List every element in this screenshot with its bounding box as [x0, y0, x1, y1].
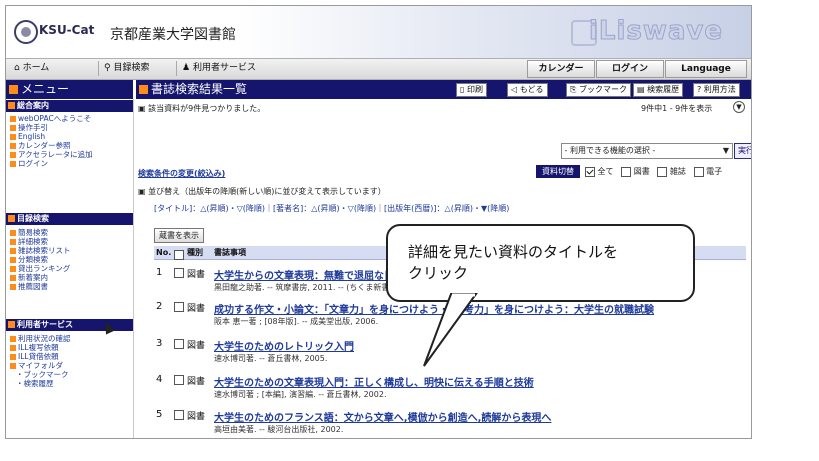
- callout-pointer: [423, 293, 478, 367]
- browser-frame: KSU-Cat 京都産業大学図書館 iLiswave ⌂ ホーム ⚲ 目録検索 …: [5, 5, 752, 439]
- callout-tail: [423, 293, 478, 367]
